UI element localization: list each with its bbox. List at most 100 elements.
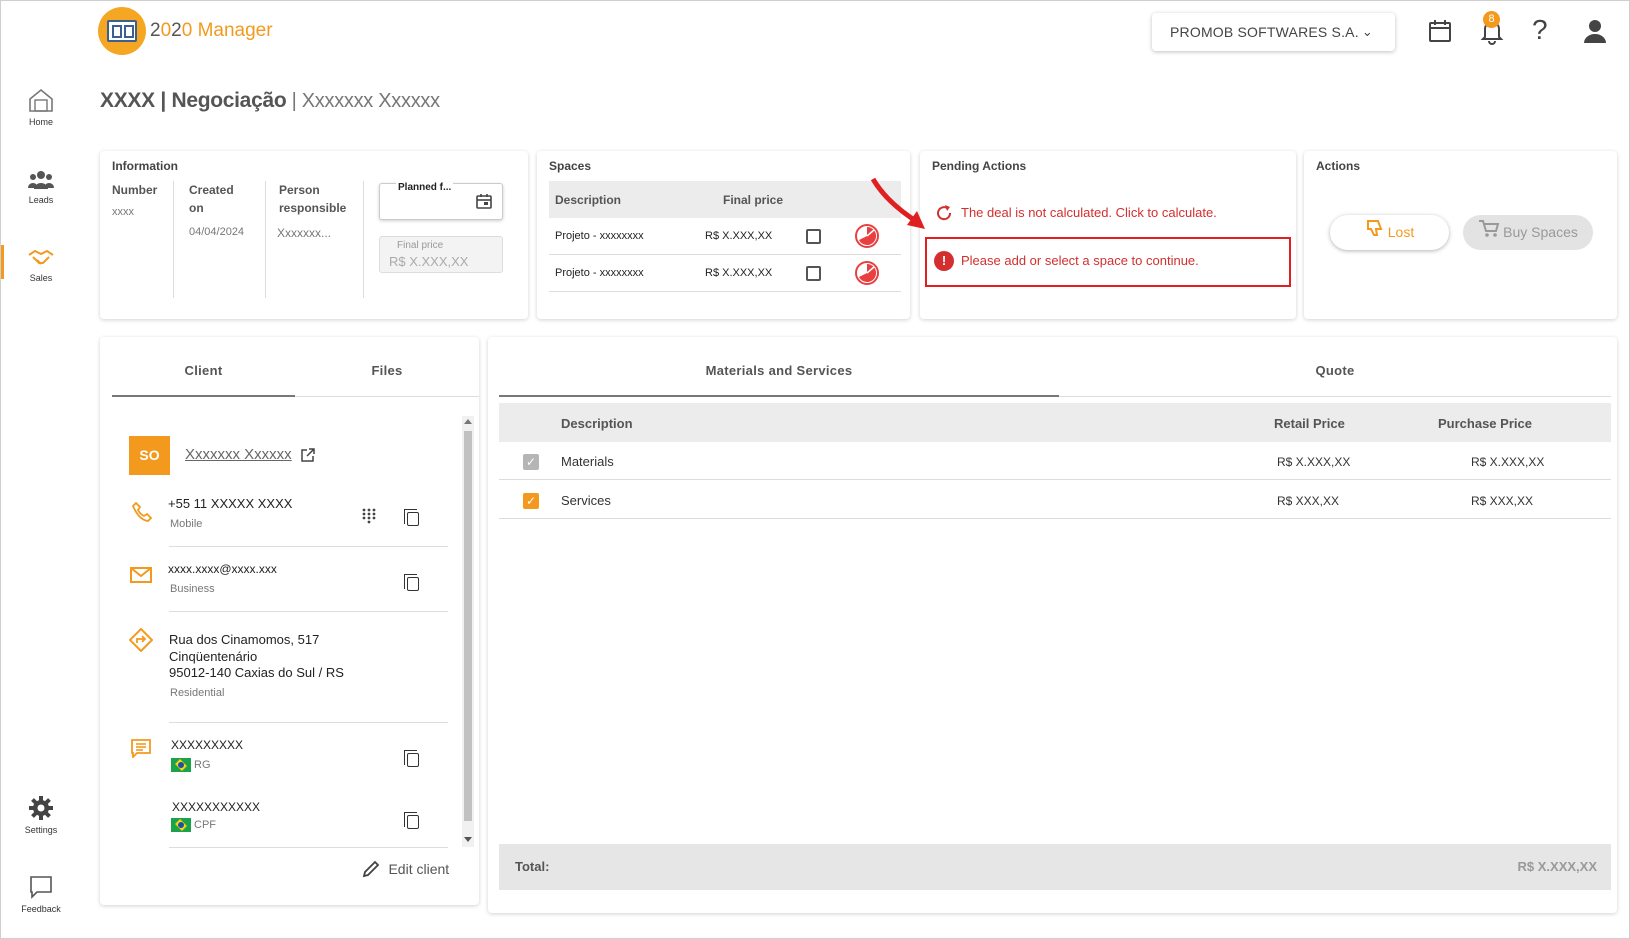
col-description: Description [561,416,633,431]
email-type: Business [170,583,215,595]
handshake-icon [28,249,54,265]
page-title: XXXX | Negociação | Xxxxxxx Xxxxxx [100,89,441,112]
sidebar-item-label: Leads [28,195,54,205]
col-retail-price: Retail Price [1274,416,1345,431]
spaces-title: Spaces [549,159,592,173]
brazil-flag-icon [171,758,191,772]
materials-table-header: Description Retail Price Purchase Price [499,403,1611,442]
chevron-down-icon: ⌄ [1361,24,1373,39]
company-selector[interactable]: PROMOB SOFTWARES S.A. ⌄ [1152,13,1395,51]
sidebar-item-settings[interactable]: Settings [11,795,71,835]
lost-label: Lost [1387,224,1415,240]
final-price-label: Final price [397,240,444,251]
cpf-type: CPF [171,818,216,832]
client-panel [100,337,479,905]
divider [265,181,266,298]
tab-quote[interactable]: Quote [1059,363,1611,378]
divider [363,181,364,298]
page-subtitle: | Xxxxxxx Xxxxxx [286,90,441,112]
row-purchase-price: R$ XXX,XX [1471,494,1534,508]
tab-materials-and-services[interactable]: Materials and Services [499,363,1059,378]
pending-actions-title: Pending Actions [932,159,1027,173]
dialpad-icon[interactable] [362,508,376,524]
space-price: R$ X.XXX,XX [705,267,773,279]
divider [169,722,448,723]
people-icon [28,171,54,189]
sidebar-item-leads[interactable]: Leads [11,169,71,205]
divider [169,847,448,848]
rg-number: XXXXXXXXX [171,738,244,752]
copy-icon[interactable] [404,750,419,767]
scroll-down-arrow-icon[interactable] [464,837,472,842]
help-icon[interactable]: ? [1532,14,1548,46]
copy-icon[interactable] [404,812,419,829]
edit-client-button[interactable]: Edit client [361,859,449,879]
app-logo-text: 2020 Manager [150,20,273,41]
tab-materials-underline [499,395,1059,397]
sidebar-active-indicator [1,245,4,279]
total-label: Total: [515,859,550,874]
sidebar-item-label: Feedback [21,904,61,914]
address-type: Residential [170,687,225,699]
brazil-flag-icon [171,818,191,832]
pencil-icon [362,860,380,878]
cpf-number: XXXXXXXXXXX [172,800,261,814]
scroll-up-arrow-icon[interactable] [464,419,472,424]
table-row[interactable]: Projeto - xxxxxxxx R$ X.XXX,XX [549,255,901,292]
services-checkbox[interactable]: ✓ [523,493,539,509]
company-name: PROMOB SOFTWARES S.A. [1170,24,1359,40]
client-name-link[interactable]: Xxxxxxx Xxxxxx [185,446,316,464]
actions-title: Actions [1316,159,1361,173]
buy-spaces-button[interactable]: Buy Spaces [1463,215,1593,250]
sidebar-item-label: Settings [24,825,58,835]
directions-icon [129,628,153,652]
sidebar-item-home[interactable]: Home [11,87,71,127]
mail-icon [130,567,152,583]
space-description: Projeto - xxxxxxxx [555,267,644,279]
planned-date-label: Planned f... [396,182,454,193]
pie-chart-icon[interactable] [855,261,879,285]
table-row[interactable]: Projeto - xxxxxxxx R$ X.XXX,XX [549,218,901,255]
total-value: R$ X.XXX,XX [1517,859,1597,874]
scrollbar-thumb[interactable] [464,431,472,821]
address-line-2: Cinqüentenário [169,649,258,664]
tab-files[interactable]: Files [295,363,479,378]
space-checkbox[interactable] [806,266,821,281]
calendar-icon[interactable] [1425,16,1455,46]
final-price-field: Final price R$ X.XXX,XX [379,236,503,273]
row-description: Services [561,493,611,508]
table-row[interactable]: ✓ Materials R$ X.XXX,XX R$ X.XXX,XX [499,442,1611,480]
chat-bubble-icon [30,876,52,899]
space-description: Projeto - xxxxxxxx [555,230,644,242]
home-icon [29,88,53,112]
created-label: Created on [189,183,234,215]
table-row[interactable]: ✓ Services R$ XXX,XX R$ XXX,XX [499,481,1611,519]
copy-icon[interactable] [404,574,419,591]
sidebar-item-feedback[interactable]: Feedback [11,874,71,914]
error-icon: ! [934,251,954,271]
phone-number: +55 11 XXXXX XXXX [168,496,293,511]
external-link-icon [301,448,315,462]
calendar-icon[interactable] [475,192,493,210]
lost-button[interactable]: Lost [1330,215,1449,250]
space-checkbox[interactable] [806,229,821,244]
sidebar-item-sales[interactable]: Sales [11,247,71,283]
user-account-icon[interactable] [1580,16,1610,46]
row-retail-price: R$ XXX,XX [1277,494,1340,508]
document-list-icon [131,739,151,758]
col-description: Description [555,193,622,207]
space-price: R$ X.XXX,XX [705,230,773,242]
notification-badge: 8 [1483,11,1500,28]
phone-icon [131,501,153,522]
copy-icon[interactable] [404,509,419,526]
gear-icon [29,796,53,820]
divider [169,611,448,612]
add-space-error-message: Please add or select a space to continue… [961,253,1199,268]
planned-date-field[interactable]: Planned f... [379,182,503,220]
cart-icon [1478,216,1500,251]
edit-client-label: Edit client [388,861,450,877]
avatar: SO [129,436,170,475]
created-value: 04/04/2024 [189,226,245,238]
tab-client[interactable]: Client [112,363,295,378]
client-name: Xxxxxxx Xxxxxx [185,446,292,463]
